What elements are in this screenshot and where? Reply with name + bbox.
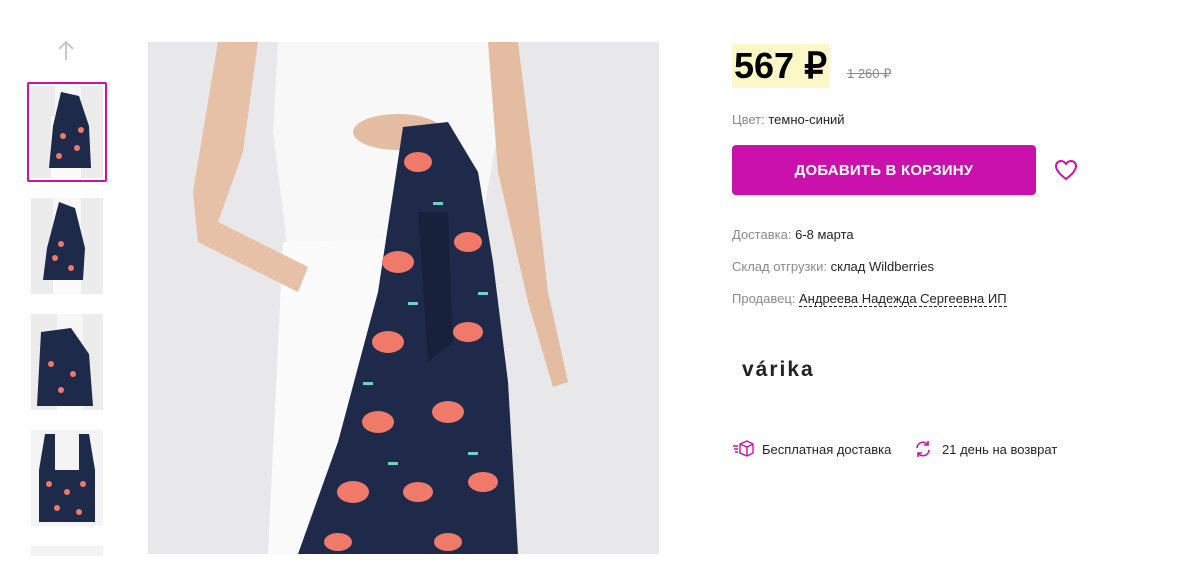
brand-logo[interactable]: várika <box>742 358 815 382</box>
thumbnail-1[interactable] <box>27 82 107 182</box>
old-price: 1 260 ₽ <box>846 66 892 81</box>
main-product-photo[interactable] <box>148 42 659 554</box>
delivery-info: Доставка: 6-8 марта <box>732 227 854 242</box>
seller-label: Продавец: <box>732 291 796 306</box>
thumbnail-2[interactable] <box>31 198 103 294</box>
color-info: Цвет: темно-синий <box>732 112 845 127</box>
return-icon <box>912 440 934 458</box>
favorite-heart-icon[interactable] <box>1053 157 1079 183</box>
seller-info: Продавец: Андреева Надежда Сергеевна ИП <box>732 291 1007 307</box>
thumbnail-list <box>27 82 107 576</box>
scroll-up-arrow-icon[interactable] <box>54 38 78 62</box>
returns-text: 21 день на возврат <box>942 441 1058 457</box>
seller-link[interactable]: Андреева Надежда Сергеевна ИП <box>799 291 1007 307</box>
warehouse-info: Склад отгрузки: склад Wildberries <box>732 259 934 274</box>
free-delivery-perk: Бесплатная доставка <box>732 440 891 458</box>
thumbnail-4[interactable] <box>31 430 103 526</box>
warehouse-value: склад Wildberries <box>830 259 934 274</box>
thumbnail-5[interactable] <box>31 546 103 556</box>
warehouse-label: Склад отгрузки: <box>732 259 827 274</box>
add-to-cart-button[interactable]: ДОБАВИТЬ В КОРЗИНУ <box>732 145 1036 195</box>
thumbnail-image <box>31 86 103 178</box>
color-label: Цвет: <box>732 112 765 127</box>
current-price: 567 ₽ <box>732 44 829 88</box>
color-value: темно-синий <box>768 112 845 127</box>
box-icon <box>732 440 754 458</box>
free-delivery-text: Бесплатная доставка <box>762 441 892 457</box>
thumbnail-3[interactable] <box>31 314 103 410</box>
price-block: 567 ₽ 1 260 ₽ <box>732 44 891 88</box>
returns-perk: 21 день на возврат <box>912 440 1057 458</box>
delivery-value: 6-8 марта <box>795 227 854 242</box>
delivery-label: Доставка: <box>732 227 792 242</box>
